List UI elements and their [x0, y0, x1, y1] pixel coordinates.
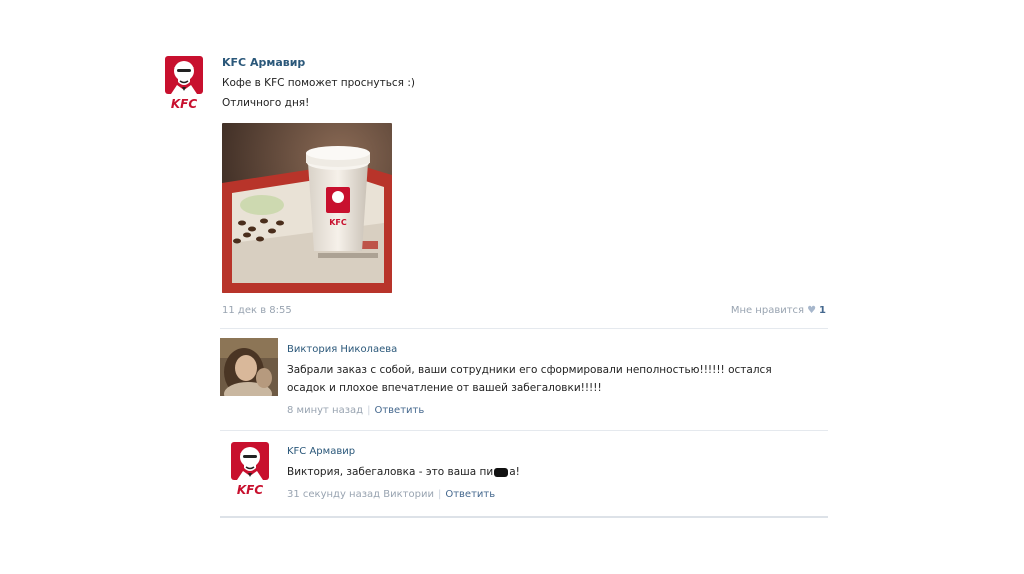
- comment-text: Виктория, забегаловка - это ваша пи а!: [287, 463, 807, 481]
- separator: [220, 516, 828, 518]
- comment-text: Забрали заказ с собой, ваши сотрудники е…: [287, 361, 807, 397]
- like-count: 1: [819, 305, 826, 316]
- comment-author-link[interactable]: KFC Армавир: [287, 446, 355, 457]
- post-text-line-2: Отличного дня!: [222, 97, 310, 109]
- svg-text:KFC: KFC: [237, 483, 263, 497]
- commenter-avatar[interactable]: [220, 338, 278, 396]
- comment-text-line-1: Забрали заказ с собой, ваши сотрудники е…: [287, 364, 772, 376]
- svg-text:KFC: KFC: [329, 218, 347, 227]
- comment-time-link[interactable]: 8 минут назад: [287, 405, 363, 416]
- wall-post: KFC KFC Армавир Кофе в KFC поможет просн…: [160, 48, 830, 528]
- like-label: Мне нравится: [730, 305, 805, 316]
- comment-text-line-2: осадок и плохое впечатление от вашей заб…: [287, 382, 602, 394]
- post-date-link[interactable]: 11 дек в 8:55: [222, 305, 292, 316]
- reply-button[interactable]: Ответить: [445, 489, 495, 500]
- comment-time-link[interactable]: 31 секунду назад Виктории: [287, 489, 434, 500]
- kfc-logo-avatar[interactable]: KFC: [162, 54, 206, 112]
- svg-text:KFC: KFC: [171, 97, 197, 111]
- comment-text-end: а!: [509, 466, 520, 478]
- comment-meta: 8 минут назад | Ответить: [287, 405, 425, 416]
- comment-text-start: Виктория, забегаловка - это ваша пи: [287, 466, 494, 478]
- separator: [220, 430, 828, 431]
- comment-meta: 31 секунду назад Виктории | Ответить: [287, 489, 496, 500]
- comment-author-link[interactable]: Виктория Николаева: [287, 344, 397, 355]
- heart-icon: ♥: [807, 305, 817, 316]
- kfc-logo-avatar[interactable]: KFC: [228, 440, 272, 498]
- separator: [220, 328, 828, 329]
- like-button[interactable]: Мне нравится ♥ 1: [731, 305, 826, 316]
- post-photo[interactable]: KFC: [222, 123, 392, 293]
- post-text-line-1: Кофе в KFC поможет проснуться :): [222, 77, 415, 89]
- censor-blot: [494, 467, 509, 477]
- post-author-link[interactable]: KFC Армавир: [222, 56, 305, 69]
- reply-button[interactable]: Ответить: [374, 405, 424, 416]
